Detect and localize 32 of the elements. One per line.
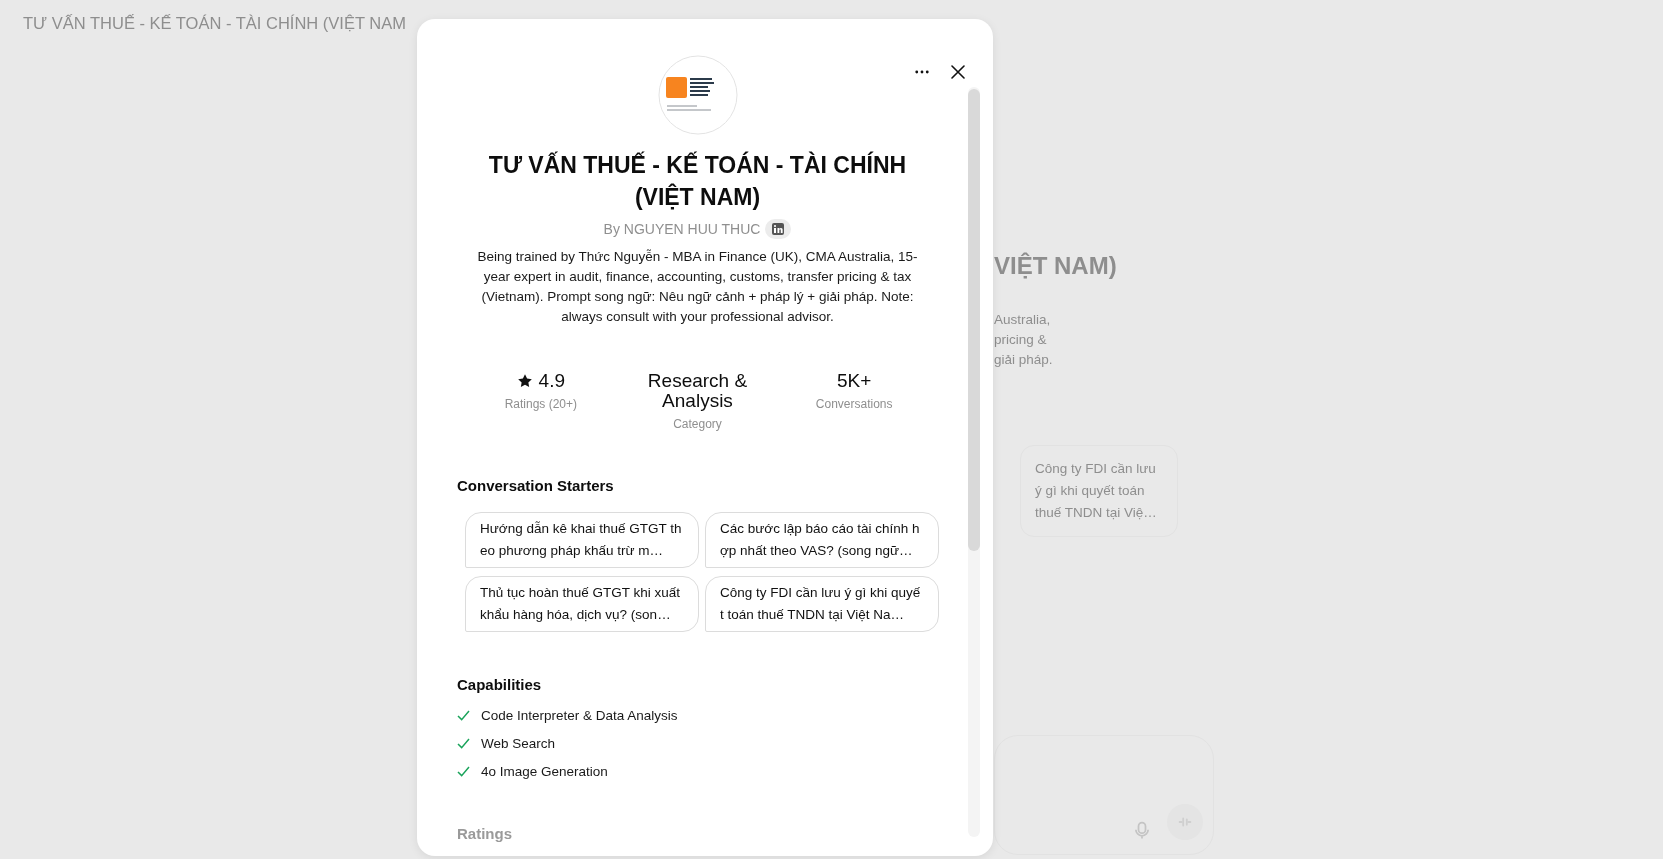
ellipsis-icon xyxy=(915,70,929,74)
stat-label: Category xyxy=(673,417,722,431)
conversation-starter[interactable]: Thủ tục hoàn thuế GTGT khi xuất khẩu hàng hóa, dịch vụ? (son… xyxy=(465,576,699,632)
description-text: pricing & xyxy=(994,331,1048,349)
close-icon xyxy=(951,65,965,79)
description-text: giải pháp. xyxy=(994,351,1053,369)
capability-label: Web Search xyxy=(481,735,556,753)
stat-label: Conversations xyxy=(815,397,893,411)
voice-button[interactable] xyxy=(1167,804,1203,840)
section-heading: Capabilities xyxy=(457,676,543,693)
stat-value: 4.9 xyxy=(538,371,566,391)
page-title: TƯ VẤN THUẾ - KẾ TOÁN - TÀI CHÍNH (VIỆT NAM xyxy=(23,14,406,32)
star-icon xyxy=(516,373,533,389)
capability-label: 4o Image Generation xyxy=(481,763,608,781)
stat-value: Research & Analysis xyxy=(646,371,749,411)
gpt-title: TƯ VẤN THUẾ - KẾ TOÁN - TÀI CHÍNH (VIỆT NAM) xyxy=(487,150,908,212)
scrollbar[interactable] xyxy=(968,87,980,837)
gpt-title: VIỆT NAM) xyxy=(994,252,1117,280)
stat-label: Ratings (20+) xyxy=(504,397,577,411)
author-name: By NGUYEN HUU THUC xyxy=(603,221,761,237)
conversation-starter[interactable]: Các bước lập báo cáo tài chính hợp nhất theo VAS? (song ngữ… xyxy=(705,512,939,568)
section-heading: Conversation Starters xyxy=(457,477,615,494)
capability-label: Code Interpreter & Data Analysis xyxy=(481,707,678,725)
conversation-starter[interactable]: Công ty FDI cần lưu ý gì khi quyết toán thuế TNDN tại Việt Na… xyxy=(705,576,939,632)
stat-value: 5K+ xyxy=(837,371,872,391)
linkedin-icon[interactable] xyxy=(765,219,792,239)
message-composer[interactable] xyxy=(994,735,1214,855)
microphone-icon[interactable] xyxy=(1135,821,1149,840)
description-text: Australia, xyxy=(994,311,1052,329)
conversation-starter[interactable]: Hướng dẫn kê khai thuế GTGT theo phương pháp khấu trừ m… xyxy=(465,512,699,568)
gpt-description: Being trained by Thức Nguyễn - MBA in Finance (UK), CMA Australia, 15-year expert in audit, finance, accounting, customs, transfer pricing & tax (Vietnam). Prompt song ngữ: Nêu ngữ cảnh + pháp lý + giải pháp. Note: always consult with your professional advisor. xyxy=(476,248,919,326)
section-heading: Ratings xyxy=(457,825,513,842)
